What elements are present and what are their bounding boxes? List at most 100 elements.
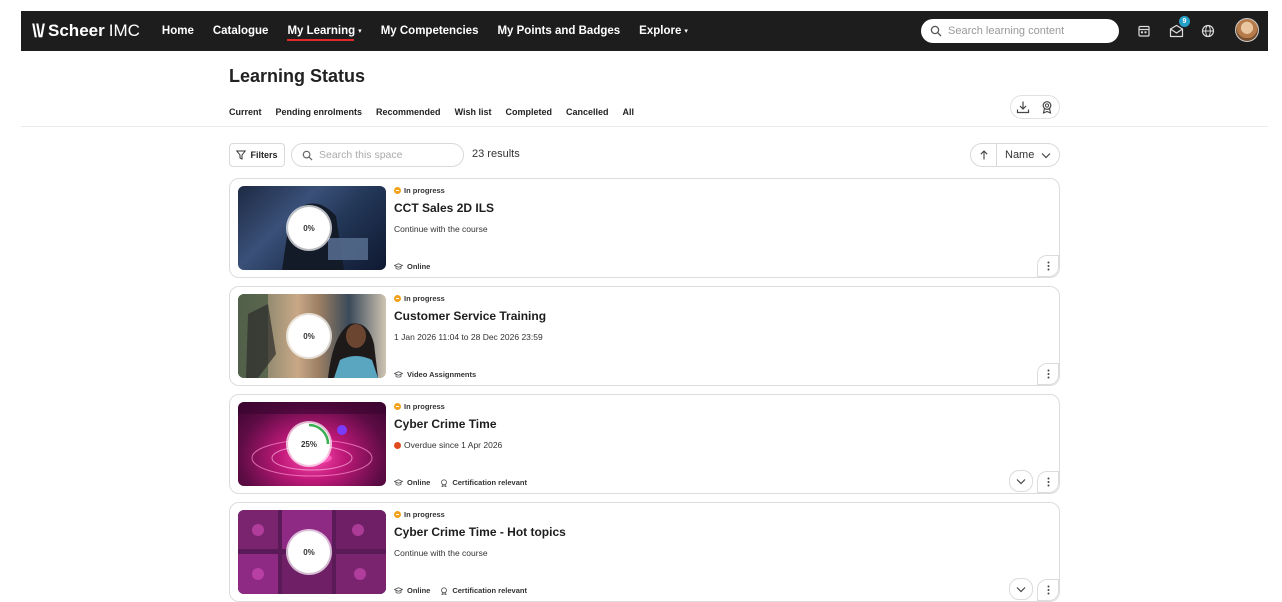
- progress-indicator: 0%: [288, 207, 330, 249]
- global-search-input[interactable]: [948, 25, 1108, 37]
- nav-my-competencies[interactable]: My Competencies: [381, 11, 479, 51]
- messages-count-badge: 9: [1179, 16, 1190, 27]
- sort-control: Name: [970, 143, 1060, 167]
- space-search-input[interactable]: [319, 149, 459, 161]
- in-progress-icon: [394, 295, 401, 302]
- tab-cancelled[interactable]: Cancelled: [566, 107, 609, 117]
- more-vertical-icon: [1047, 261, 1049, 271]
- course-meta: Video Assignments: [394, 370, 486, 379]
- chevron-down-icon: [1016, 478, 1026, 484]
- calendar-icon[interactable]: [1135, 22, 1153, 40]
- header-divider: [21, 126, 1268, 127]
- user-avatar[interactable]: [1235, 18, 1259, 42]
- course-meta: Online Certification relevant: [394, 478, 537, 487]
- tab-pending-enrolments[interactable]: Pending enrolments: [276, 107, 363, 117]
- graduation-cap-icon: [394, 587, 403, 594]
- more-options-button[interactable]: [1037, 363, 1059, 385]
- sort-by-select[interactable]: Name: [997, 149, 1059, 161]
- course-title[interactable]: CCT Sales 2D ILS: [394, 201, 494, 215]
- graduation-cap-icon: [394, 371, 403, 378]
- certification-icon: [441, 586, 448, 595]
- certification-relevant: Certification relevant: [440, 586, 527, 595]
- expand-button[interactable]: [1009, 578, 1033, 600]
- more-vertical-icon: [1047, 585, 1049, 595]
- messages-icon[interactable]: 9: [1167, 16, 1190, 40]
- logo-name-light: IMC: [108, 21, 140, 40]
- course-title[interactable]: Cyber Crime Time - Hot topics: [394, 525, 566, 539]
- nav-home-label: Home: [161, 25, 194, 37]
- chevron-down-icon: [1041, 152, 1051, 158]
- overdue-icon: [394, 441, 401, 449]
- scheer-imc-logo[interactable]: \\/ Scheer IMC: [32, 21, 140, 42]
- course-card[interactable]: 0% In progress Customer Service Training…: [229, 286, 1060, 386]
- globe-icon[interactable]: [1199, 22, 1217, 40]
- course-thumbnail: 0%: [238, 294, 386, 378]
- expand-button[interactable]: [1009, 470, 1033, 492]
- course-title[interactable]: Cyber Crime Time: [394, 417, 497, 431]
- course-title[interactable]: Customer Service Training: [394, 309, 546, 323]
- tab-wish-list[interactable]: Wish list: [455, 107, 492, 117]
- course-card[interactable]: 0% In progress Cyber Crime Time - Hot to…: [229, 502, 1060, 602]
- delivery-type: Online: [394, 478, 430, 487]
- course-subtitle: Overdue since 1 Apr 2026: [394, 440, 502, 450]
- course-date-range: 1 Jan 2026 11:04 to 28 Dec 2026 23:59: [394, 332, 543, 342]
- certificate-icon[interactable]: [1039, 99, 1055, 115]
- nav-my-learning[interactable]: My Learning ▾: [287, 11, 362, 51]
- nav-catalogue[interactable]: Catalogue: [213, 11, 269, 51]
- nav-my-learning-label: My Learning: [287, 25, 356, 37]
- nav-explore-label: Explore: [639, 25, 682, 37]
- course-subtitle-text: Continue with the course: [394, 224, 488, 234]
- chevron-down-icon: [1016, 586, 1026, 592]
- more-options-button[interactable]: [1037, 579, 1059, 601]
- course-subtitle-text: Continue with the course: [394, 548, 488, 558]
- filter-icon: [236, 150, 247, 160]
- course-thumbnail: 0%: [238, 186, 386, 270]
- delivery-type-label: Video Assignments: [407, 370, 477, 379]
- delivery-type: Online: [394, 586, 430, 595]
- chevron-down-icon: ▾: [684, 28, 688, 35]
- nav-points-badges-label: My Points and Badges: [497, 25, 621, 37]
- main-nav: Home Catalogue My Learning ▾ My Competenc…: [162, 11, 707, 51]
- status-label: In progress: [394, 294, 445, 303]
- nav-points-and-badges[interactable]: My Points and Badges: [497, 11, 620, 51]
- course-card[interactable]: 0% In progress CCT Sales 2D ILS Continue…: [229, 178, 1060, 278]
- course-meta: Online Certification relevant: [394, 586, 537, 595]
- tab-recommended[interactable]: Recommended: [376, 107, 441, 117]
- logo-name-bold: Scheer: [48, 21, 105, 40]
- delivery-type-label: Online: [407, 262, 431, 271]
- nav-home[interactable]: Home: [162, 11, 194, 51]
- tab-all[interactable]: All: [623, 107, 635, 117]
- tab-current[interactable]: Current: [229, 107, 262, 117]
- course-thumbnail: 0%: [238, 510, 386, 594]
- course-card[interactable]: 25% In progress Cyber Crime Time Overdue…: [229, 394, 1060, 494]
- status-label: In progress: [394, 402, 445, 411]
- search-icon: [930, 25, 942, 37]
- global-search[interactable]: [921, 19, 1119, 43]
- certification-relevant: Certification relevant: [440, 478, 527, 487]
- download-icon[interactable]: [1015, 99, 1031, 115]
- search-icon: [302, 150, 313, 161]
- header-actions: [1010, 95, 1060, 119]
- filters-button[interactable]: Filters: [229, 143, 285, 167]
- graduation-cap-icon: [394, 479, 403, 486]
- filters-label: Filters: [250, 150, 278, 160]
- status-label: In progress: [394, 510, 445, 519]
- nav-catalogue-label: Catalogue: [212, 25, 269, 37]
- certification-label: Certification relevant: [452, 478, 527, 487]
- in-progress-icon: [394, 403, 401, 410]
- delivery-type: Online: [394, 262, 430, 271]
- more-options-button[interactable]: [1037, 471, 1059, 493]
- status-label: In progress: [394, 186, 445, 195]
- status-text: In progress: [404, 186, 445, 195]
- delivery-type: Video Assignments: [394, 370, 476, 379]
- tab-completed[interactable]: Completed: [506, 107, 553, 117]
- certification-label: Certification relevant: [452, 586, 527, 595]
- graduation-cap-icon: [394, 263, 403, 270]
- space-search[interactable]: [291, 143, 464, 167]
- sort-direction-button[interactable]: [971, 144, 997, 166]
- course-thumbnail: 25%: [238, 402, 386, 486]
- course-subtitle: 1 Jan 2026 11:04 to 28 Dec 2026 23:59: [394, 332, 543, 342]
- nav-explore[interactable]: Explore ▾: [639, 11, 688, 51]
- more-options-button[interactable]: [1037, 255, 1059, 277]
- in-progress-icon: [394, 511, 401, 518]
